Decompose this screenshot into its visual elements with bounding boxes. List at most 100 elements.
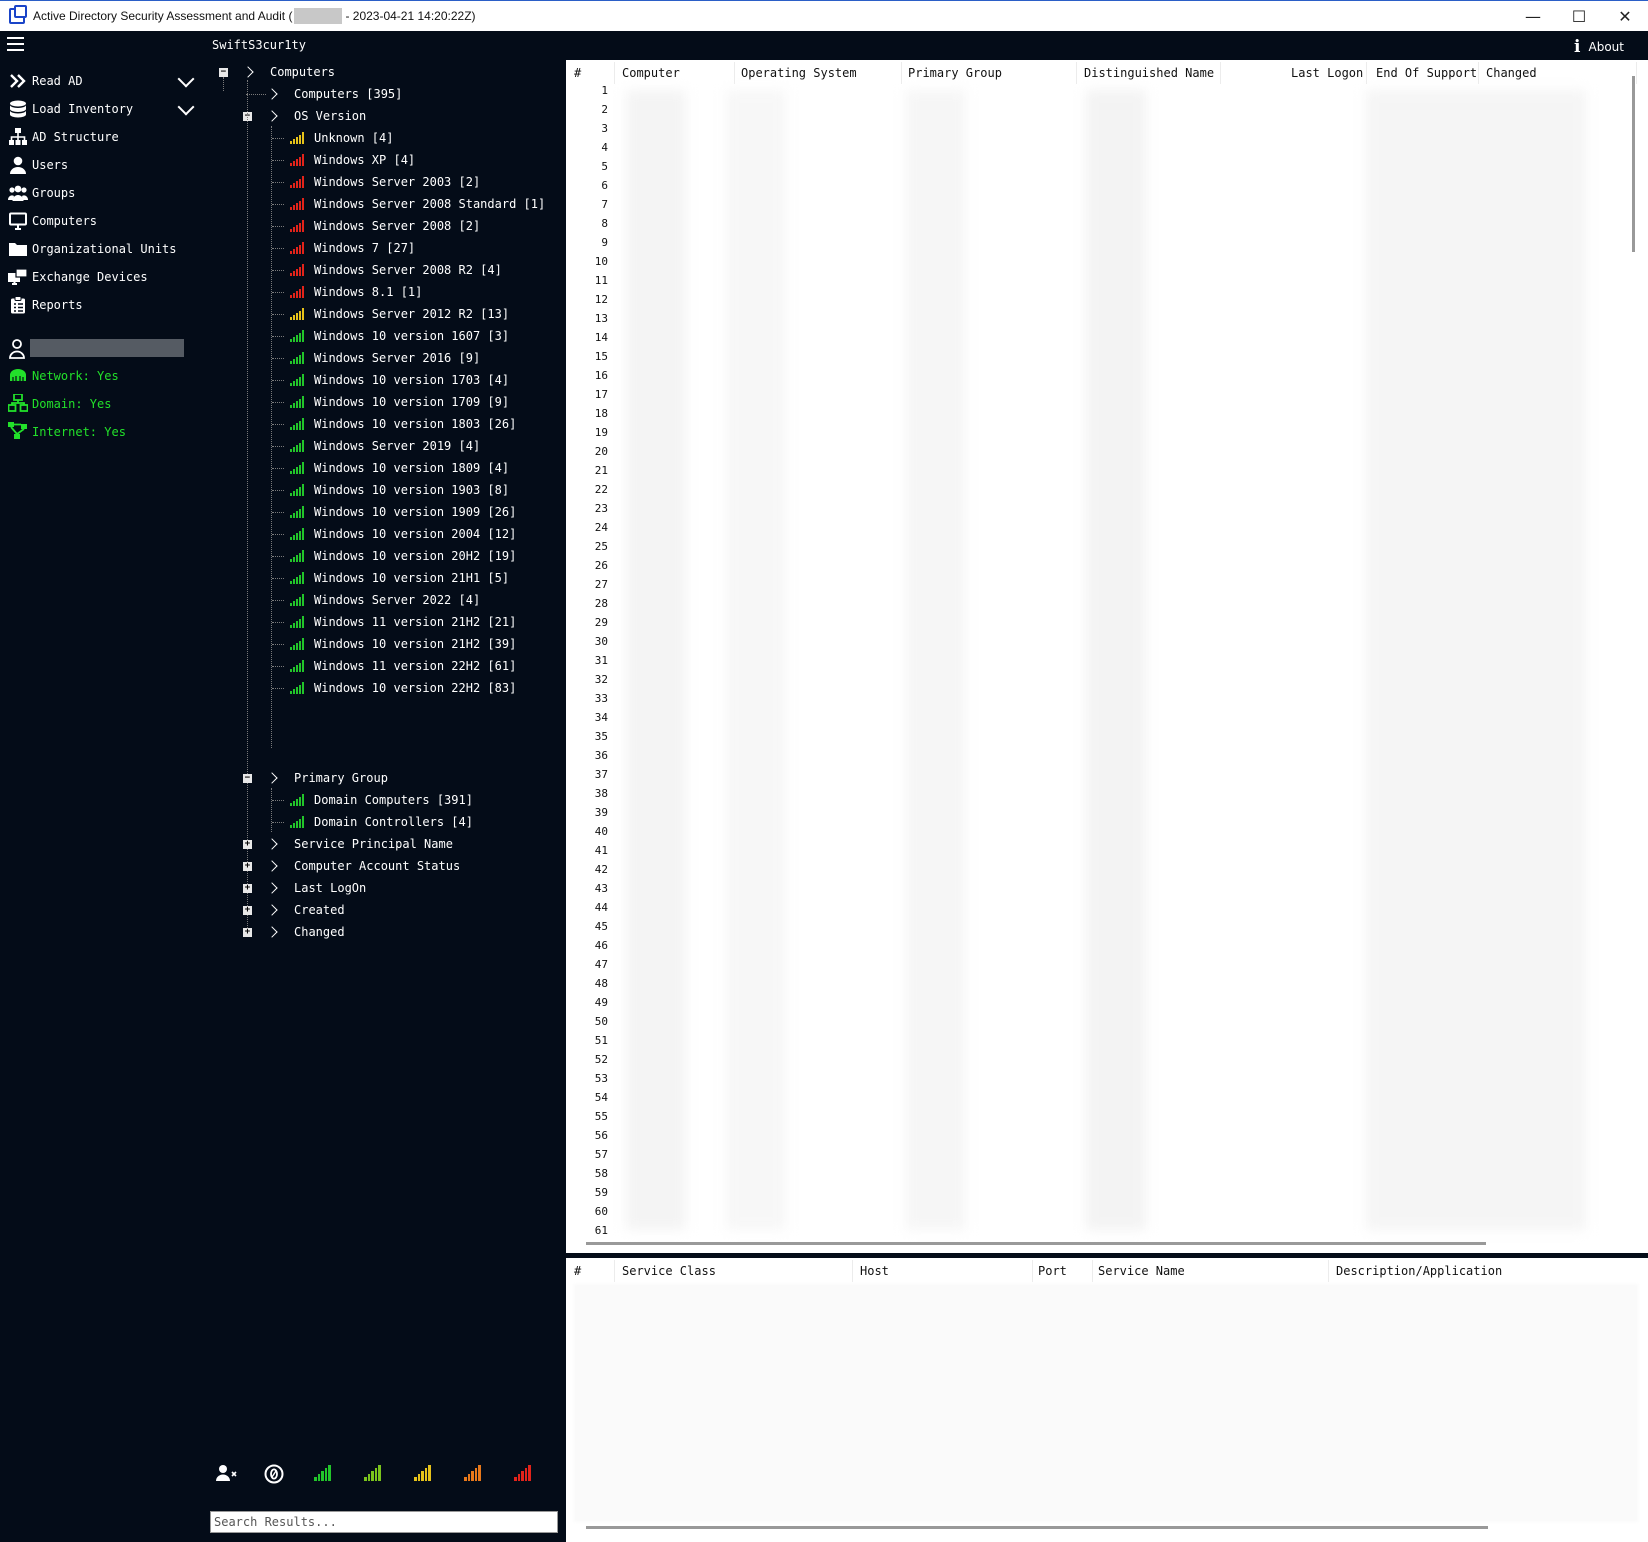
tree-node-os-item[interactable]: Windows 10 version 21H1 [5] — [290, 568, 509, 588]
tree-node-os-item[interactable]: Windows 10 version 1909 [26] — [290, 502, 516, 522]
sidebar-item-read-ad[interactable]: Read AD — [0, 68, 206, 94]
service-principal-table[interactable]: # Service Class Host Port Service Name Descri… — [566, 1258, 1648, 1542]
tree-node-os-item[interactable]: Windows Server 2003 [2] — [290, 172, 480, 192]
tree-node-os-item[interactable]: Windows 10 version 1809 [4] — [290, 458, 509, 478]
tree-node-computers-all[interactable]: Computers [395] — [266, 84, 402, 104]
tree-node-os-item[interactable]: Windows 10 version 1703 [4] — [290, 370, 509, 390]
sidebar-item-reports[interactable]: Reports — [0, 292, 206, 318]
tree-node-os-item[interactable]: Windows 10 version 1803 [26] — [290, 414, 516, 434]
sidebar-item-load-inventory[interactable]: Load Inventory — [0, 96, 206, 122]
row-number: 52 — [594, 1053, 608, 1066]
expand-toggle[interactable]: + — [243, 862, 252, 871]
maximize-button[interactable]: ☐ — [1556, 1, 1602, 31]
collapse-toggle[interactable]: − — [243, 774, 252, 783]
tree-node-primary-group[interactable]: Primary Group — [266, 768, 388, 788]
signal-bars-green-icon — [290, 506, 305, 518]
zero-count-icon[interactable] — [264, 1464, 284, 1487]
tree-node-os-item[interactable]: Windows 10 version 2004 [12] — [290, 524, 516, 544]
horizontal-scrollbar[interactable] — [586, 1242, 1486, 1245]
tree-node-collapsed[interactable]: Created — [266, 900, 345, 920]
tree-node-primary-group-item[interactable]: Domain Controllers [4] — [290, 812, 473, 832]
tree-node-os-item[interactable]: Windows Server 2016 [9] — [290, 348, 480, 368]
row-number: 17 — [594, 388, 608, 401]
tree-node-label: Windows 10 version 2004 [12] — [314, 527, 517, 541]
legend-filter-bars-icon[interactable] — [364, 1465, 393, 1484]
row-number: 43 — [594, 882, 608, 895]
expand-toggle[interactable]: + — [243, 928, 252, 937]
sidebar-item-exchange-devices[interactable]: Exchange Devices — [0, 264, 206, 290]
sidebar-item-ad-structure[interactable]: AD Structure — [0, 124, 206, 150]
row-number: 32 — [594, 673, 608, 686]
tree-node-os-item[interactable]: Windows 10 version 21H2 [39] — [290, 634, 516, 654]
column-header-label: Computer — [622, 66, 680, 80]
tree-node-os-item[interactable]: Windows Server 2019 [4] — [290, 436, 480, 456]
tree-node-os-item[interactable]: Unknown [4] — [290, 128, 393, 148]
tree-node-os-item[interactable]: Windows 7 [27] — [290, 238, 415, 258]
chevron-down-icon[interactable] — [177, 70, 195, 88]
column-header[interactable]: Host — [860, 1258, 889, 1284]
tree-node-os-item[interactable]: Windows 10 version 1607 [3] — [290, 326, 509, 346]
remove-user-icon[interactable] — [216, 1464, 238, 1485]
tree-node-os-item[interactable]: Windows 10 version 1709 [9] — [290, 392, 509, 412]
tree-node-os-item[interactable]: Windows 10 version 20H2 [19] — [290, 546, 516, 566]
tree-node-os-item[interactable]: Windows XP [4] — [290, 150, 415, 170]
tree-node-os-item[interactable]: Windows 10 version 1903 [8] — [290, 480, 509, 500]
expand-toggle[interactable]: + — [243, 840, 252, 849]
legend-filter-bars-icon[interactable] — [314, 1465, 343, 1484]
column-header[interactable]: Computer — [622, 60, 680, 86]
column-header[interactable]: Operating System — [741, 60, 857, 86]
expand-toggle[interactable]: + — [243, 906, 252, 915]
tree-node-os-item[interactable]: Windows Server 2012 R2 [13] — [290, 304, 509, 324]
tree-node-os-item[interactable]: Windows Server 2022 [4] — [290, 590, 480, 610]
column-header[interactable]: Primary Group — [908, 60, 1002, 86]
column-header[interactable]: Changed — [1486, 60, 1537, 86]
hamburger-menu-icon[interactable] — [7, 37, 24, 51]
tree-node-os-item[interactable]: Windows 10 version 22H2 [83] — [290, 678, 516, 698]
sidebar-item-computers[interactable]: Computers — [0, 208, 206, 234]
tree-node-os-item[interactable]: Windows Server 2008 R2 [4] — [290, 260, 502, 280]
horizontal-scrollbar[interactable] — [586, 1526, 1488, 1529]
column-header[interactable]: End Of Support — [1376, 60, 1477, 86]
tree-node-os-item[interactable]: Windows Server 2008 [2] — [290, 216, 480, 236]
column-header[interactable]: # — [574, 1258, 581, 1284]
tree-node-os-item[interactable]: Windows 11 version 22H2 [61] — [290, 656, 516, 676]
row-number: 13 — [594, 312, 608, 325]
tree-node-primary-group-item[interactable]: Domain Computers [391] — [290, 790, 473, 810]
legend-filter-bars-icon[interactable] — [514, 1465, 543, 1484]
tree-node-os-item[interactable]: Windows Server 2008 Standard [1] — [290, 194, 545, 214]
column-header-label: Port — [1038, 1264, 1067, 1278]
column-header[interactable]: Service Class — [622, 1258, 716, 1284]
vertical-scrollbar[interactable] — [1632, 76, 1635, 252]
sidebar-item-groups[interactable]: Groups — [0, 180, 206, 206]
computers-results-table[interactable]: # Computer Operating System Primary Group Di… — [566, 60, 1648, 1253]
tree-node-collapsed[interactable]: Service Principal Name — [266, 834, 453, 854]
about-button[interactable]: i About — [1574, 37, 1624, 57]
tree-node-collapsed[interactable]: Changed — [266, 922, 345, 942]
column-header[interactable]: Distinguished Name — [1084, 60, 1214, 86]
tree-node-os-item[interactable]: Windows 8.1 [1] — [290, 282, 422, 302]
close-button[interactable]: ✕ — [1602, 1, 1648, 31]
tree-node-os-item[interactable]: Windows 11 version 21H2 [21] — [290, 612, 516, 632]
search-results-input[interactable] — [210, 1511, 558, 1533]
sidebar-item-users[interactable]: Users — [0, 152, 206, 178]
legend-filter-bars-icon[interactable] — [414, 1465, 443, 1484]
legend-filter-bars-icon[interactable] — [464, 1465, 493, 1484]
expand-toggle[interactable]: + — [243, 884, 252, 893]
sidebar-item-organizational-units[interactable]: Organizational Units — [0, 236, 206, 262]
chevron-down-icon[interactable] — [177, 98, 195, 116]
signal-bars-red-icon — [290, 220, 305, 232]
column-header[interactable]: Port — [1038, 1258, 1067, 1284]
tree-node-os-version[interactable]: OS Version — [266, 106, 366, 126]
column-header[interactable]: Service Name — [1098, 1258, 1185, 1284]
column-header[interactable]: # — [574, 60, 581, 86]
tree-node-collapsed[interactable]: Computer Account Status — [266, 856, 460, 876]
tree-node-collapsed[interactable]: Last LogOn — [266, 878, 366, 898]
minimize-button[interactable]: — — [1510, 1, 1556, 31]
column-header[interactable]: Last Logon — [1291, 60, 1363, 86]
column-header[interactable]: Description/Application — [1336, 1258, 1502, 1284]
column-header-label: Distinguished Name — [1084, 66, 1215, 80]
tree-node-computers[interactable]: Computers — [242, 62, 335, 82]
collapse-toggle[interactable]: − — [219, 68, 228, 77]
about-label: About — [1588, 40, 1624, 54]
row-number: 49 — [594, 996, 608, 1009]
